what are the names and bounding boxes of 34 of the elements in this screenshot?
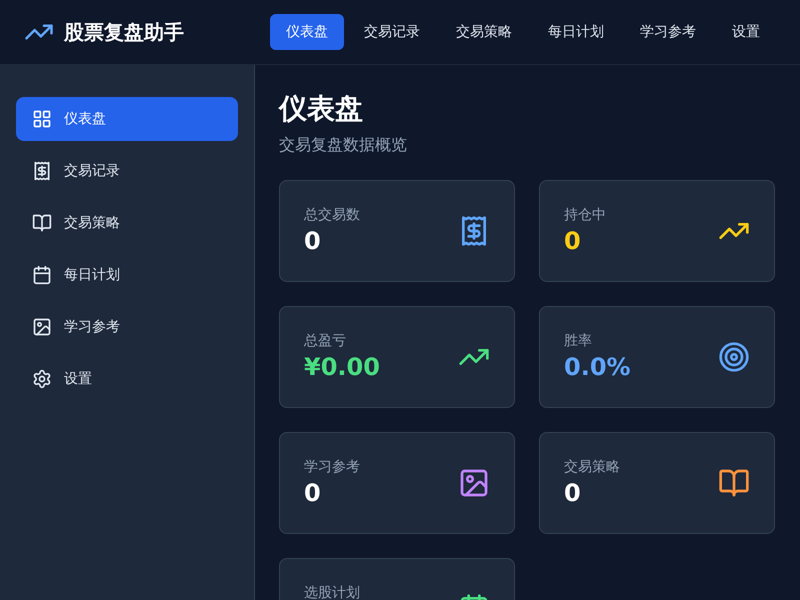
stat-value: 0 [304,478,322,509]
sidebar-item[interactable]: 学习参考 [16,305,238,349]
stat-value: 0 [304,226,322,257]
stat-label: 总盈亏 [304,332,347,351]
stat-label: 选股计划 [304,584,360,600]
nav-tab[interactable]: 仪表盘 [270,14,344,50]
nav-tab[interactable]: 交易策略 [440,14,528,50]
stat-value: 0 [564,226,582,257]
sidebar-item[interactable]: 设置 [16,357,238,401]
receipt-icon [32,161,52,181]
stat-label: 学习参考 [304,458,360,477]
page-title: 仪表盘 [279,91,364,127]
stat-label: 胜率 [564,332,593,351]
stat-label: 交易策略 [564,458,620,477]
image-icon [32,317,52,337]
settings-icon [32,369,52,389]
nav-tab[interactable]: 交易记录 [348,14,436,50]
nav-tab[interactable]: 设置 [716,14,776,50]
sidebar-item[interactable]: 交易策略 [16,201,238,245]
page-subtitle: 交易复盘数据概览 [279,135,408,156]
sidebar-item[interactable]: 仪表盘 [16,97,238,141]
book-icon [32,213,52,233]
sidebar-item[interactable]: 每日计划 [16,253,238,297]
stat-value: ¥0.00 [304,352,380,383]
stat-label: 持仓中 [564,206,606,225]
nav-tab[interactable]: 每日计划 [532,14,620,50]
grid-icon [32,109,52,129]
app-title: 股票复盘助手 [64,18,184,46]
nav-tab[interactable]: 学习参考 [624,14,712,50]
stat-label: 总交易数 [304,206,360,225]
stat-value: 0.0% [564,352,631,383]
sidebar-item[interactable]: 交易记录 [16,149,238,193]
stat-value: 0 [564,478,582,509]
calendar-icon [32,265,52,285]
